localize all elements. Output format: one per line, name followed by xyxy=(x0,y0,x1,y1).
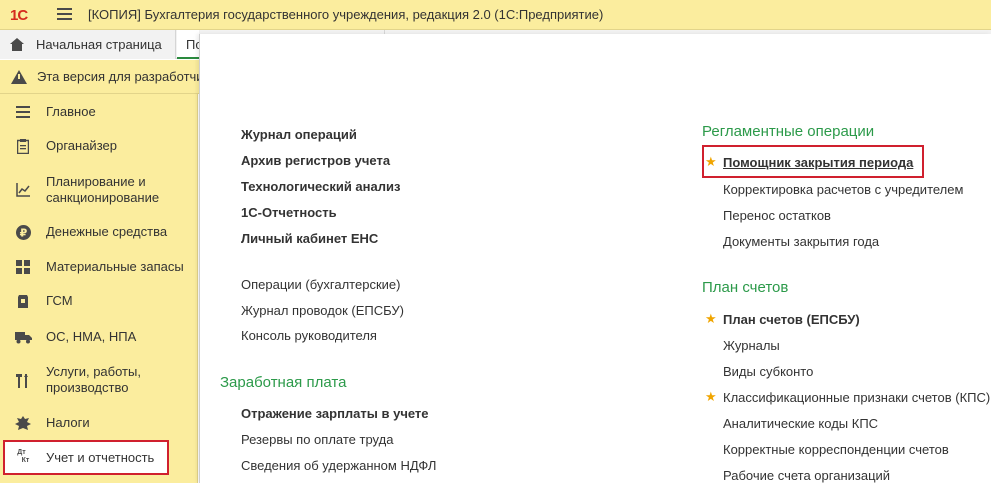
sidebar-item-materials[interactable]: Материальные запасы xyxy=(0,258,198,276)
link-period-closing-assistant[interactable]: Помощник закрытия периода xyxy=(723,155,913,170)
link-chart-of-accounts[interactable]: План счетов (ЕПСБУ) xyxy=(723,312,860,327)
link-subconto-types[interactable]: Виды субконто xyxy=(723,364,813,379)
sidebar-item-main[interactable]: Главное xyxy=(0,103,198,121)
sidebar-item-label: ГСМ xyxy=(46,293,73,308)
sidebar-item-fuel[interactable]: ГСМ xyxy=(0,292,198,310)
sidebar-item-label: Учет и отчетность xyxy=(46,450,155,465)
sidebar-item-label: Налоги xyxy=(46,415,90,430)
link-manager-console[interactable]: Консоль руководителя xyxy=(241,328,377,343)
link-year-closing-docs[interactable]: Документы закрытия года xyxy=(723,234,879,249)
tab-home-label: Начальная страница xyxy=(36,37,162,52)
link-correct-correspondence[interactable]: Корректные корреспонденции счетов xyxy=(723,442,949,457)
section-header-salary: Заработная плата xyxy=(220,374,347,391)
chart-icon xyxy=(14,182,32,198)
sidebar-item-label-line2: санкционирование xyxy=(46,190,160,205)
sidebar-item-label-line2: производство xyxy=(46,380,129,395)
truck-icon xyxy=(14,329,32,345)
sidebar-item-services[interactable]: Услуги, работы, производство xyxy=(0,364,198,398)
home-icon xyxy=(10,38,24,51)
link-journals[interactable]: Журналы xyxy=(723,338,780,353)
clipboard-icon xyxy=(14,138,32,154)
grid-icon xyxy=(14,259,32,275)
sidebar-item-label: Главное xyxy=(46,104,96,119)
window-title: [КОПИЯ] Бухгалтерия государственного учр… xyxy=(88,7,604,22)
sidebar-item-planning[interactable]: Планирование и санкционирование xyxy=(0,174,198,208)
warning-icon xyxy=(11,70,27,84)
sidebar-item-fixed-assets[interactable]: ОС, НМА, НПА xyxy=(0,328,198,346)
link-kps[interactable]: Классификационные признаки счетов (КПС) xyxy=(723,390,990,405)
sidebar-item-accounting[interactable]: Дт Кт Учет и отчетность xyxy=(0,449,198,467)
link-registers-archive[interactable]: Архив регистров учета xyxy=(241,153,390,168)
tools-icon xyxy=(14,373,32,389)
tab-home[interactable]: Начальная страница xyxy=(0,30,176,59)
sidebar-item-label: Планирование и xyxy=(46,174,146,189)
link-kps-codes[interactable]: Аналитические коды КПС xyxy=(723,416,878,431)
link-founder-settlement-adjust[interactable]: Корректировка расчетов с учредителем xyxy=(723,182,963,197)
link-salary-reflection[interactable]: Отражение зарплаты в учете xyxy=(241,406,429,421)
link-1c-reporting[interactable]: 1С-Отчетность xyxy=(241,205,337,220)
sidebar-item-label: Услуги, работы, xyxy=(46,364,141,379)
menu-icon[interactable] xyxy=(57,8,72,21)
ruble-icon: ₽ xyxy=(14,224,32,240)
title-bar: 1С [КОПИЯ] Бухгалтерия государственного … xyxy=(0,0,991,30)
sidebar-item-label: Материальные запасы xyxy=(46,259,184,274)
1c-logo-icon[interactable]: 1С xyxy=(10,6,44,24)
sidebar-item-label: Денежные средства xyxy=(46,224,168,239)
section-header-regulatory: Регламентные операции xyxy=(702,123,875,140)
sidebar-item-taxes[interactable]: Налоги xyxy=(0,414,198,432)
tab-active[interactable]: По xyxy=(177,30,199,59)
sidebar-item-label: Органайзер xyxy=(46,138,117,153)
warning-text: Эта версия для разработчи xyxy=(37,69,204,84)
section-header-chart-of-accounts: План счетов xyxy=(702,279,789,296)
sidebar-item-organizer[interactable]: Органайзер xyxy=(0,137,198,155)
star-icon[interactable]: ★ xyxy=(705,154,717,170)
section-panel: Журнал операций Архив регистров учета Те… xyxy=(199,34,991,483)
sidebar: Главное Органайзер Планирование и санкци… xyxy=(0,94,198,483)
sidebar-item-cash[interactable]: ₽ Денежные средства xyxy=(0,223,198,241)
link-org-working-accounts[interactable]: Рабочие счета организаций xyxy=(723,468,890,483)
sidebar-item-label: ОС, НМА, НПА xyxy=(46,329,137,344)
link-operations-journal[interactable]: Журнал операций xyxy=(241,127,357,142)
emblem-icon xyxy=(14,415,32,431)
fuel-icon xyxy=(14,293,32,309)
svg-text:₽: ₽ xyxy=(19,226,27,239)
star-icon[interactable]: ★ xyxy=(705,389,717,405)
star-icon[interactable]: ★ xyxy=(705,311,717,327)
link-postings-journal[interactable]: Журнал проводок (ЕПСБУ) xyxy=(241,303,404,318)
link-ens-cabinet[interactable]: Личный кабинет ЕНС xyxy=(241,231,378,246)
link-accounting-operations[interactable]: Операции (бухгалтерские) xyxy=(241,277,400,292)
link-salary-reserves[interactable]: Резервы по оплате труда xyxy=(241,432,393,447)
link-tech-analysis[interactable]: Технологический анализ xyxy=(241,179,400,194)
link-ndfl-info[interactable]: Сведения об удержанном НДФЛ xyxy=(241,458,436,473)
link-balance-transfer[interactable]: Перенос остатков xyxy=(723,208,831,223)
list-icon xyxy=(14,104,32,120)
dtkt-icon: Дт Кт xyxy=(17,449,30,464)
